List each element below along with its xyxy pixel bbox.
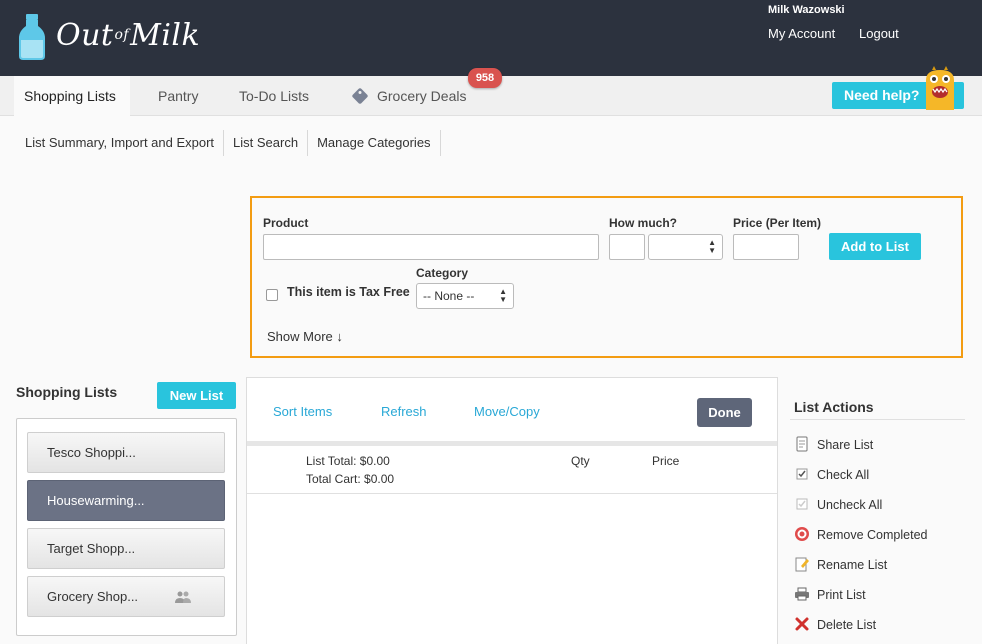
- logo-text-out: Out: [56, 18, 114, 53]
- price-input[interactable]: [733, 234, 799, 260]
- list-total: List Total: $0.00: [306, 454, 390, 468]
- tax-free-label: This item is Tax Free: [287, 285, 410, 299]
- list-actions-heading: List Actions: [794, 399, 874, 415]
- new-list-button[interactable]: New List: [157, 382, 236, 409]
- tab-label: Pantry: [158, 88, 199, 104]
- sort-items-link[interactable]: Sort Items: [273, 404, 332, 419]
- tab-pantry[interactable]: Pantry: [148, 76, 208, 116]
- show-more-link[interactable]: Show More ↓: [267, 329, 343, 344]
- tab-grocery-deals[interactable]: Grocery Deals: [341, 76, 476, 116]
- logo-text-of: of: [114, 27, 130, 43]
- milk-bottle-logo-icon[interactable]: [18, 14, 46, 60]
- app-logo[interactable]: OutofMilk: [56, 18, 200, 53]
- logout-link[interactable]: Logout: [859, 26, 899, 41]
- tab-shopping-lists[interactable]: Shopping Lists: [14, 76, 130, 117]
- list-item-label: Housewarming...: [47, 493, 145, 508]
- unchecked-box-icon: [796, 498, 808, 510]
- list-item-grocery[interactable]: Grocery Shop...: [27, 576, 225, 617]
- list-item-label: Target Shopp...: [47, 541, 136, 556]
- unit-select[interactable]: ▲ ▼: [648, 234, 723, 260]
- edit-document-icon: [795, 557, 809, 572]
- rename-list-action[interactable]: Rename List: [794, 555, 887, 575]
- tab-label: Shopping Lists: [24, 88, 116, 104]
- shopping-lists-heading: Shopping Lists: [16, 384, 118, 400]
- action-label: Check All: [817, 468, 870, 482]
- target-remove-icon: [795, 527, 809, 541]
- move-copy-link[interactable]: Move/Copy: [474, 404, 540, 419]
- price-label: Price (Per Item): [733, 216, 822, 230]
- panel-divider: [247, 441, 777, 446]
- refresh-link[interactable]: Refresh: [381, 404, 427, 419]
- action-label: Share List: [817, 438, 874, 452]
- shared-users-icon: [175, 591, 191, 603]
- list-actions-divider: [790, 419, 965, 420]
- price-tag-icon: [352, 88, 368, 104]
- tab-label: To-Do Lists: [239, 88, 310, 104]
- delete-x-icon: [795, 617, 809, 631]
- action-label: Rename List: [817, 558, 888, 572]
- product-input[interactable]: [263, 234, 599, 260]
- add-item-form: [250, 196, 963, 358]
- action-label: Print List: [817, 588, 866, 602]
- subnav-list-search[interactable]: List Search: [224, 130, 309, 156]
- add-to-list-button[interactable]: Add to List: [829, 233, 921, 260]
- checked-box-icon: [796, 468, 808, 480]
- printer-icon: [795, 587, 809, 601]
- select-arrows-icon: ▲ ▼: [708, 238, 716, 255]
- header-row-divider: [247, 493, 777, 494]
- done-button[interactable]: Done: [697, 398, 752, 427]
- quantity-input[interactable]: [609, 234, 645, 260]
- share-list-action[interactable]: Share List: [794, 435, 873, 455]
- subnav-manage-categories[interactable]: Manage Categories: [308, 130, 441, 156]
- tax-free-checkbox[interactable]: [266, 289, 278, 301]
- deals-count-badge: 958: [468, 68, 502, 88]
- list-item-target[interactable]: Target Shopp...: [27, 528, 225, 569]
- list-item-label: Tesco Shoppi...: [47, 445, 136, 460]
- sub-navigation: List Summary, Import and Export List Sea…: [16, 130, 441, 156]
- category-select[interactable]: -- None -- ▲ ▼: [416, 283, 514, 309]
- my-account-link[interactable]: My Account: [768, 26, 835, 41]
- monster-mascot-icon[interactable]: [920, 66, 960, 110]
- list-item-tesco[interactable]: Tesco Shoppi...: [27, 432, 225, 473]
- how-much-label: How much?: [609, 216, 677, 230]
- list-item-label: Grocery Shop...: [47, 589, 139, 604]
- list-item-housewarming[interactable]: Housewarming...: [27, 480, 225, 521]
- remove-completed-action[interactable]: Remove Completed: [794, 525, 927, 545]
- check-all-action[interactable]: Check All: [794, 465, 869, 485]
- subnav-list-summary[interactable]: List Summary, Import and Export: [16, 130, 225, 156]
- uncheck-all-action[interactable]: Uncheck All: [794, 495, 882, 515]
- category-label: Category: [416, 266, 469, 280]
- top-header: OutofMilk Milk Wazowski My Account Logou…: [0, 0, 982, 76]
- tab-to-do-lists[interactable]: To-Do Lists: [229, 76, 319, 116]
- tab-label: Grocery Deals: [377, 88, 467, 104]
- user-name: Milk Wazowski: [768, 4, 845, 16]
- action-label: Uncheck All: [817, 498, 883, 512]
- product-label: Product: [263, 216, 309, 230]
- logo-text-milk: Milk: [130, 18, 201, 53]
- delete-list-action[interactable]: Delete List: [794, 615, 876, 635]
- action-label: Delete List: [817, 618, 877, 632]
- share-icon: [796, 436, 808, 452]
- print-list-action[interactable]: Print List: [794, 585, 866, 605]
- qty-column-header: Qty: [571, 454, 590, 468]
- price-column-header: Price: [652, 454, 680, 468]
- action-label: Remove Completed: [817, 528, 928, 542]
- category-selected-value: -- None --: [423, 289, 475, 303]
- select-arrows-icon: ▲ ▼: [499, 287, 507, 304]
- total-cart: Total Cart: $0.00: [306, 472, 395, 486]
